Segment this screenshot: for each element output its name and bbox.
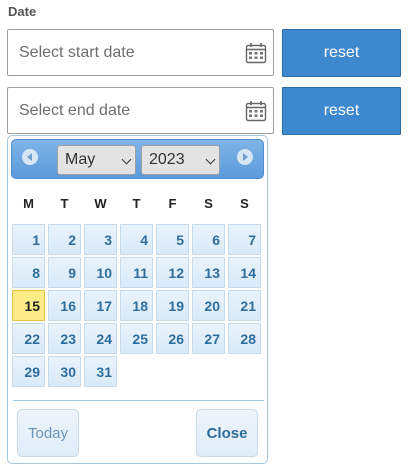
calendar-day[interactable]: 10 [84, 257, 117, 288]
next-month-icon[interactable] [237, 149, 253, 165]
calendar-day[interactable]: 16 [48, 290, 81, 321]
calendar-day-highlighted[interactable]: 15 [12, 290, 45, 321]
calendar-day[interactable]: 4 [120, 224, 153, 255]
calendar-day[interactable]: 9 [48, 257, 81, 288]
calendar-day[interactable]: 20 [192, 290, 225, 321]
reset-start-date-button[interactable]: reset [282, 29, 401, 77]
reset-end-date-button[interactable]: reset [282, 87, 401, 135]
start-date-input[interactable] [8, 30, 238, 75]
calendar-day[interactable]: 28 [228, 323, 261, 354]
calendar-day[interactable]: 1 [12, 224, 45, 255]
calendar-day[interactable]: 13 [192, 257, 225, 288]
close-button[interactable]: Close [196, 409, 258, 457]
calendar-day[interactable]: 6 [192, 224, 225, 255]
chevron-down-icon [121, 154, 132, 165]
calendar-day[interactable]: 11 [120, 257, 153, 288]
calendar-day[interactable]: 26 [156, 323, 189, 354]
calendar-day[interactable]: 7 [228, 224, 261, 255]
year-select[interactable]: 2023 [141, 145, 220, 175]
calendar-day[interactable]: 2 [48, 224, 81, 255]
calendar-day[interactable]: 8 [12, 257, 45, 288]
weekday-label: W [94, 196, 107, 211]
weekday-label: S [204, 196, 213, 211]
start-date-field[interactable] [7, 29, 274, 76]
calendar-day[interactable]: 23 [48, 323, 81, 354]
calendar-day[interactable]: 19 [156, 290, 189, 321]
weekday-label: T [60, 196, 69, 211]
date-filter-panel: Date reset reset May [0, 0, 410, 469]
calendar-day[interactable]: 31 [84, 356, 117, 387]
button-pane-divider [13, 400, 264, 401]
calendar-day[interactable]: 18 [120, 290, 153, 321]
weekday-label: F [168, 196, 177, 211]
today-button[interactable]: Today [17, 409, 79, 457]
calendar-day[interactable]: 21 [228, 290, 261, 321]
date-label: Date [8, 4, 37, 19]
month-select[interactable]: May [57, 145, 136, 175]
year-select-value: 2023 [149, 151, 185, 168]
weekday-label: S [240, 196, 249, 211]
calendar-day[interactable]: 3 [84, 224, 117, 255]
calendar-day[interactable]: 5 [156, 224, 189, 255]
calendar-icon[interactable] [245, 42, 267, 64]
calendar-day[interactable]: 14 [228, 257, 261, 288]
calendar-day[interactable]: 24 [84, 323, 117, 354]
calendar-day[interactable]: 27 [192, 323, 225, 354]
calendar-day[interactable]: 12 [156, 257, 189, 288]
datepicker-header: May 2023 [11, 139, 264, 179]
chevron-down-icon [205, 154, 216, 165]
end-date-field[interactable] [7, 87, 274, 134]
end-date-input[interactable] [8, 88, 238, 133]
calendar-icon[interactable] [245, 100, 267, 122]
calendar-day[interactable]: 17 [84, 290, 117, 321]
calendar-day[interactable]: 29 [12, 356, 45, 387]
prev-month-icon[interactable] [22, 149, 38, 165]
datepicker-popup: May 2023 MTWTFSS 1 2 3 4 5 6 7 8 9 10 11 12 13 14 15 16… [7, 135, 268, 464]
weekday-label: T [132, 196, 141, 211]
weekday-label: M [23, 196, 34, 211]
calendar-day[interactable]: 22 [12, 323, 45, 354]
calendar-day[interactable]: 30 [48, 356, 81, 387]
month-select-value: May [65, 151, 96, 168]
calendar-day[interactable]: 25 [120, 323, 153, 354]
